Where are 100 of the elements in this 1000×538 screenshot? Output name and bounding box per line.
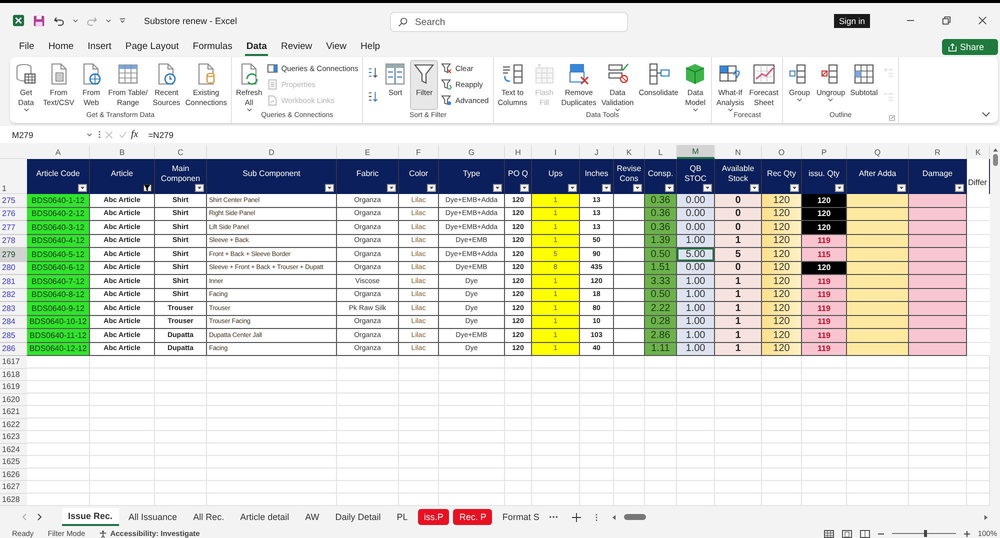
row-header[interactable]: 1621 [0,406,27,418]
row-header[interactable]: 280 [0,262,27,275]
column-header[interactable]: B [90,145,155,159]
menu-tab[interactable]: File [18,38,36,56]
menu-tab[interactable]: Home [47,38,75,56]
save-icon[interactable] [33,14,45,26]
sign-in-button[interactable]: Sign in [834,14,870,28]
row-header[interactable]: 1622 [0,418,27,431]
filter-dropdown-button[interactable] [602,184,611,192]
row-header[interactable]: 1620 [0,394,27,406]
sheet-tab[interactable]: AW [299,509,326,525]
menu-tab[interactable]: Review [280,38,314,56]
filter-dropdown-button[interactable] [835,184,844,192]
slider-thumb[interactable] [924,530,927,537]
column-header[interactable]: K [614,145,645,159]
column-header[interactable]: J [580,145,614,159]
add-sheet-icon[interactable] [572,512,582,522]
filter-dropdown-button[interactable] [665,184,674,192]
column-header[interactable]: C [155,145,207,159]
row-header[interactable]: 1617 [0,356,27,368]
row-header[interactable]: 283 [0,302,27,316]
collapse-ribbon-icon[interactable] [982,112,990,117]
filter-dropdown-button[interactable] [325,184,334,192]
undo-icon[interactable] [53,14,65,26]
filter-dropdown-button[interactable] [78,184,87,192]
column-header[interactable]: D [207,145,337,159]
menu-tab[interactable]: Page Layout [124,38,180,56]
sheet-tab[interactable]: All Rec. [187,509,230,525]
horizontal-scrollbar[interactable] [624,514,646,520]
page-break-icon[interactable] [860,530,870,538]
scroll-up-icon[interactable] [992,148,998,152]
row-header[interactable]: 1 [0,159,27,194]
column-header[interactable]: Q [847,145,909,159]
column-header[interactable]: G [439,145,505,159]
filter-dropdown-button[interactable] [387,184,396,192]
more-sheets-icon[interactable] [549,515,558,519]
sheet-tab[interactable]: PL [390,509,414,525]
row-header[interactable]: 1627 [0,481,27,494]
column-header[interactable]: N [715,145,762,159]
column-header[interactable]: O [762,145,802,159]
row-header[interactable]: 1626 [0,468,27,481]
sheet-tab[interactable]: Rec. P [453,509,492,525]
row-header[interactable]: 275 [0,194,27,208]
row-header[interactable]: 1618 [0,368,27,381]
sheet-tab[interactable]: All Issuance [122,509,184,525]
filter-dropdown-button[interactable] [143,184,152,192]
row-header[interactable]: 1628 [0,494,27,506]
sheet-tab[interactable]: Format S [496,509,546,525]
filter-dropdown-button[interactable] [568,184,577,192]
column-header[interactable]: R [909,145,967,159]
sheet-tab[interactable]: Article detail [234,509,296,525]
filter-dropdown-button[interactable] [195,184,204,192]
filter-dropdown-button[interactable] [703,184,712,192]
scrollbar-thumb[interactable] [992,154,998,166]
scroll-left-icon[interactable] [612,514,616,520]
filter-dropdown-button[interactable] [493,184,502,192]
search-field[interactable]: Search [390,12,628,32]
menu-tab[interactable]: Formulas [192,38,234,56]
sheet-tab[interactable]: iss.P [418,509,450,525]
column-header[interactable]: P [802,145,847,159]
row-header[interactable]: 276 [0,208,27,221]
menu-tab[interactable]: Help [360,38,382,56]
filter-dropdown-button[interactable] [427,184,436,192]
normal-view-icon[interactable] [824,530,834,538]
zoom-in-icon[interactable] [964,530,970,536]
row-header[interactable]: 282 [0,288,27,302]
dialog-launcher-icon[interactable] [888,115,895,121]
column-header[interactable]: F [399,145,439,159]
scroll-right-icon[interactable] [984,514,988,520]
row-header[interactable]: 286 [0,342,27,356]
share-button[interactable]: Share [942,39,998,55]
insert-function-button[interactable]: fx [131,129,138,140]
options-icon[interactable] [595,512,598,522]
column-header[interactable]: L [645,145,677,159]
column-header[interactable]: M [677,145,715,159]
row-header[interactable]: 1625 [0,456,27,468]
customize-toolbar-icon[interactable] [119,17,126,24]
row-header[interactable]: 1619 [0,381,27,394]
row-header[interactable]: 278 [0,234,27,248]
row-header[interactable]: 277 [0,221,27,234]
filter-dropdown-button[interactable] [520,184,529,192]
filter-dropdown-button[interactable] [955,184,964,192]
name-box[interactable]: M279 [0,130,98,140]
row-header[interactable]: 281 [0,275,27,288]
column-header[interactable]: I [532,145,580,159]
column-header[interactable]: K [967,145,990,159]
row-header[interactable]: 1623 [0,431,27,444]
menu-tab[interactable]: Insert [86,38,112,56]
sheet-tab[interactable]: Daily Detail [329,509,387,525]
vertical-scrollbar[interactable] [990,145,1000,506]
filter-dropdown-button[interactable] [633,184,642,192]
sheet-tab[interactable]: Issue Rec. [62,508,119,526]
filter-dropdown-button[interactable] [750,184,759,192]
row-header[interactable]: 1624 [0,444,27,456]
menu-tab[interactable]: View [325,38,348,56]
row-header[interactable]: 279 [0,248,27,262]
filter-dropdown-button[interactable] [897,184,906,192]
close-icon[interactable] [978,16,986,25]
row-header[interactable]: 284 [0,316,27,329]
filter-dropdown-button[interactable] [790,184,799,192]
